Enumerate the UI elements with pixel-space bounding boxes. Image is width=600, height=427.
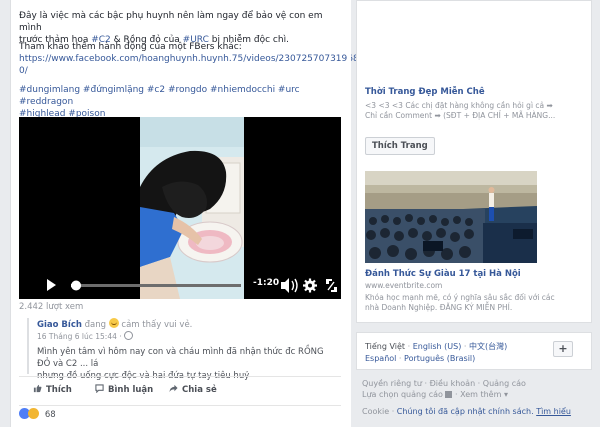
language-box: Tiếng Việt · English (US) · 中文(台灣) Españ…: [356, 332, 592, 370]
shared-post-header: Giao Bích đang cảm thấy vui vẻ.: [37, 318, 193, 330]
video-progress-track[interactable]: [71, 284, 241, 287]
sponsored-panel: Thời Trang Đẹp Miễn Chê <3 <3 <3 Các chị…: [356, 0, 592, 323]
settings-gear-icon[interactable]: [303, 278, 317, 293]
ad-event-image[interactable]: [365, 171, 537, 263]
comment-button[interactable]: Bình luận: [95, 384, 153, 395]
shared-author[interactable]: Giao Bích: [37, 320, 82, 330]
ad-fashion-title[interactable]: Thời Trang Đẹp Miễn Chê: [365, 87, 585, 97]
language-portuguese[interactable]: Português (Brasil): [404, 354, 475, 363]
see-more-link[interactable]: Xem thêm: [460, 390, 501, 399]
advertising-link[interactable]: Quảng cáo: [483, 379, 526, 388]
thumbs-up-icon: [33, 384, 42, 393]
video-player[interactable]: -1:20: [19, 117, 341, 299]
post-hashtags: #dungimlang #đứngimlặng #c2 #rongdo #nhi…: [19, 84, 341, 120]
reference-text: Tham khảo thêm hành động của một FBers k…: [19, 42, 242, 52]
post-actions: Thích Bình luận Chia sẻ: [19, 376, 341, 406]
view-count: 2.442 lượt xem: [19, 302, 84, 312]
like-button[interactable]: Thích: [33, 384, 72, 395]
terms-link[interactable]: Điều khoản: [430, 379, 476, 388]
language-spanish[interactable]: Español: [365, 354, 396, 363]
shared-post-date: 16 Tháng 6 lúc 15:44 ·: [37, 331, 339, 342]
seminar-audience-photo: [365, 171, 537, 263]
footer-links: Quyền riêng tư · Điều khoản · Quảng cáo …: [362, 379, 571, 416]
ad-event[interactable]: Đánh Thức Sự Giàu 17 tại Hà Nội www.even…: [365, 269, 587, 313]
policy-update-link[interactable]: Chúng tôi đã cập nhật chính sách.: [397, 407, 534, 416]
video-progress-handle[interactable]: [71, 280, 82, 291]
current-language: Tiếng Việt: [365, 342, 406, 351]
ad-fashion-desc: <3 <3 <3 Các chị đặt hàng không cần hỏi …: [365, 101, 556, 120]
video-time-remaining: -1:20: [253, 278, 280, 288]
shared-post: Giao Bích đang cảm thấy vui vẻ. 16 Tháng…: [27, 318, 339, 381]
comment-icon: [95, 384, 104, 393]
language-chinese[interactable]: 中文(台灣): [469, 342, 507, 351]
haha-reaction-icon: [28, 408, 39, 419]
ad-fashion[interactable]: Thời Trang Đẹp Miễn Chê <3 <3 <3 Các chị…: [365, 87, 585, 121]
share-button[interactable]: Chia sẻ: [169, 384, 217, 395]
ad-choices-link[interactable]: Lựa chọn quảng cáo: [362, 390, 443, 399]
ad-choices-icon: [445, 391, 453, 398]
reaction-summary[interactable]: 68: [19, 408, 56, 420]
post-reference: Tham khảo thêm hành động của một FBers k…: [19, 41, 359, 77]
share-arrow-icon: [169, 384, 178, 393]
post-text-line1: Đây là việc mà các bậc phụ huynh nên làm…: [19, 11, 323, 33]
video-link[interactable]: https://www.facebook.com/hoanghuynh.huyn…: [19, 53, 359, 77]
cookie-label[interactable]: Cookie: [362, 407, 389, 416]
fullscreen-icon[interactable]: [326, 279, 337, 292]
ad-event-title[interactable]: Đánh Thức Sự Giàu 17 tại Hà Nội: [365, 269, 587, 279]
ad-event-domain: www.eventbrite.com: [365, 281, 443, 290]
news-feed-post: Đây là việc mà các bậc phụ huynh nên làm…: [10, 0, 359, 427]
ad-event-desc: Khóa học mạnh mẽ, có ý nghĩa sâu sắc đối…: [365, 293, 555, 312]
play-icon[interactable]: [47, 279, 56, 291]
hashtags-line1[interactable]: #dungimlang #đứngimlặng #c2 #rongdo #nhi…: [19, 84, 341, 108]
volume-icon[interactable]: [281, 278, 298, 293]
chevron-down-icon: ▾: [503, 390, 508, 399]
video-controls: -1:20: [19, 269, 341, 299]
language-english[interactable]: English (US): [413, 342, 462, 351]
privacy-link[interactable]: Quyền riêng tư: [362, 379, 422, 388]
like-page-button[interactable]: Thích Trang: [365, 137, 435, 155]
add-language-button[interactable]: +: [553, 341, 573, 357]
learn-more-link[interactable]: Tìm hiểu: [536, 407, 571, 416]
happy-emoji-icon: [108, 318, 119, 328]
globe-icon: [124, 331, 134, 340]
reaction-count: 68: [44, 410, 56, 420]
feed-scrollbar[interactable]: [347, 0, 351, 427]
language-list: Tiếng Việt · English (US) · 中文(台灣) Españ…: [365, 342, 508, 363]
